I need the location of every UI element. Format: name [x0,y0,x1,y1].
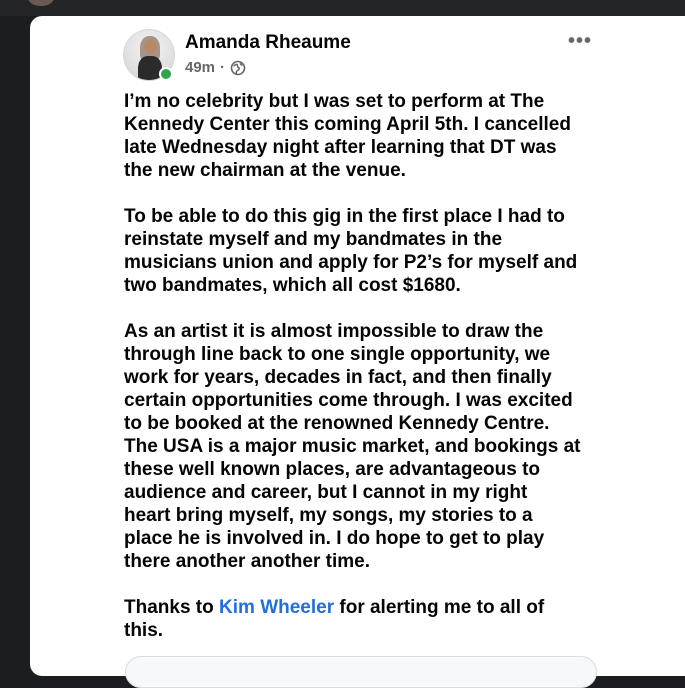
closing-suffix: for alerting me to all of [334,597,545,618]
more-options-button[interactable]: ••• [568,30,592,53]
globe-icon[interactable] [230,60,246,76]
previous-post-edge [0,0,685,16]
closing-prefix: Thanks to [124,597,220,618]
previous-avatar [28,0,54,6]
paragraph-3: As an artist it is almost impossible to … [124,321,581,572]
author-avatar[interactable] [123,29,175,81]
post-meta: 49m · [185,59,246,76]
paragraph-2: To be able to do this gig in the first p… [124,206,578,296]
post-time[interactable]: 49m [185,59,215,76]
meta-separator: · [220,59,226,76]
post-body: I’m no celebrity but I was set to perfor… [124,90,604,665]
post-card: Amanda Rheaume 49m · ••• I’m no celebrit… [30,16,685,688]
comment-box-edge[interactable] [125,656,597,688]
paragraph-closing: Thanks to Kim Wheeler for alerting me to… [124,596,604,642]
closing-line-2: this. [124,620,164,641]
online-status-icon [159,67,173,81]
author-name[interactable]: Amanda Rheaume [185,32,351,54]
paragraph-1: I’m no celebrity but I was set to perfor… [124,91,571,181]
mention-link[interactable]: Kim Wheeler [219,597,334,618]
